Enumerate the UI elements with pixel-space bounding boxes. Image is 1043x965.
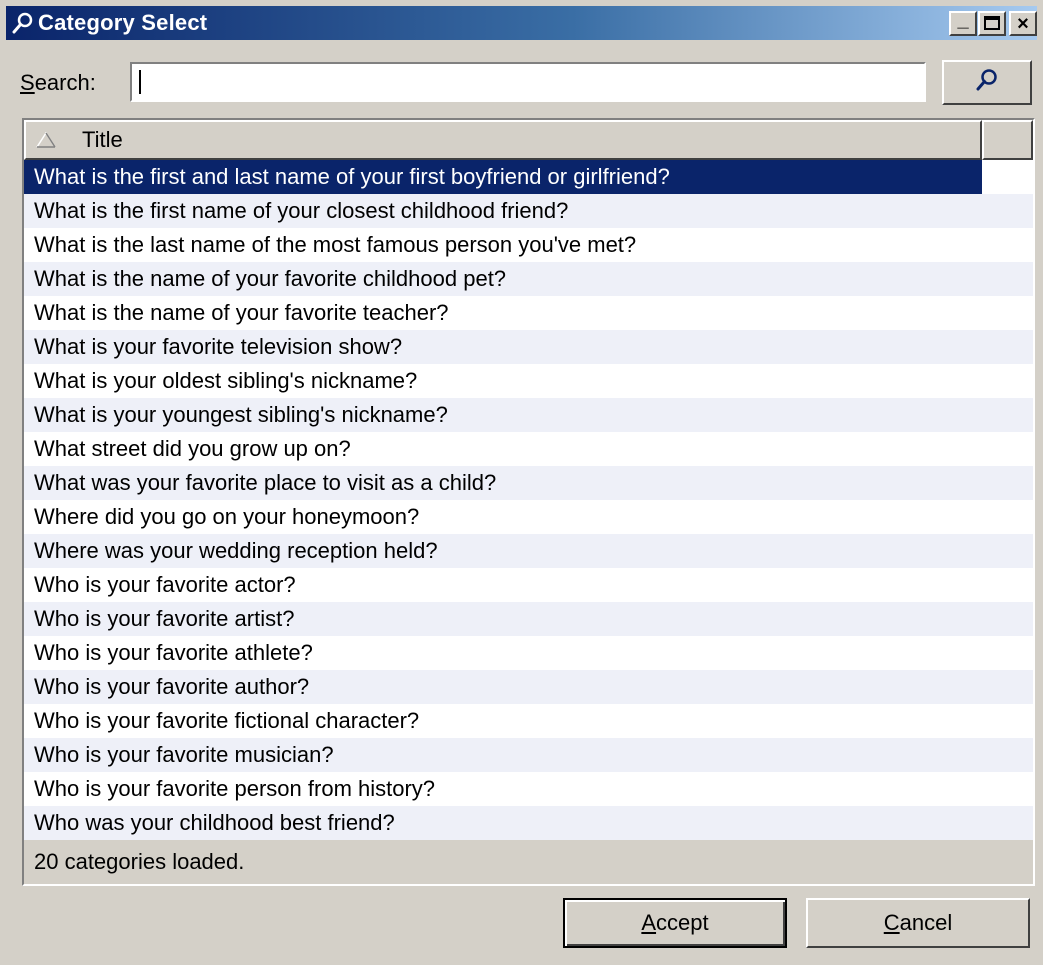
list-item-filler (982, 432, 1033, 466)
list-item-title: What was your favorite place to visit as… (24, 466, 982, 500)
maximize-button[interactable] (978, 11, 1006, 36)
list-item-filler (982, 772, 1033, 806)
list-item[interactable]: What is the name of your favorite teache… (24, 296, 1033, 330)
list-item-title: What is the first and last name of your … (24, 160, 982, 194)
list-item[interactable]: What street did you grow up on? (24, 432, 1033, 466)
list-item-filler (982, 262, 1033, 296)
list-item[interactable]: What is your oldest sibling's nickname? (24, 364, 1033, 398)
list-item[interactable]: Who is your favorite person from history… (24, 772, 1033, 806)
list-item-title: What is the name of your favorite childh… (24, 262, 982, 296)
search-icon (10, 8, 36, 38)
list-item-title: Who is your favorite person from history… (34, 776, 436, 801)
category-select-window: Category Select _ × Search: Title What i… (0, 0, 1043, 965)
list-item-title: What is your oldest sibling's nickname? (34, 368, 418, 393)
list-item[interactable]: What is your youngest sibling's nickname… (24, 398, 1033, 432)
close-icon: × (1017, 12, 1029, 35)
list-item-filler (982, 364, 1033, 398)
list-item[interactable]: What is your favorite television show? (24, 330, 1033, 364)
search-label: Search: (20, 70, 96, 96)
list-item[interactable]: What is the last name of the most famous… (24, 228, 1033, 262)
cancel-button[interactable]: Cancel (806, 898, 1030, 948)
status-text: 20 categories loaded. (24, 840, 1033, 884)
list-item[interactable]: Who is your favorite musician? (24, 738, 1033, 772)
list-item-title: Who is your favorite athlete? (34, 640, 313, 665)
list-item-filler (982, 534, 1033, 568)
list-item-filler (982, 636, 1033, 670)
list-item[interactable]: Who is your favorite actor? (24, 568, 1033, 602)
list-item[interactable]: Who is your favorite fictional character… (24, 704, 1033, 738)
window-title: Category Select (38, 10, 208, 35)
list-item[interactable]: Who was your childhood best friend? (24, 806, 1033, 840)
list-item-title: Who is your favorite actor? (34, 572, 296, 597)
list-item[interactable]: Who is your favorite author? (24, 670, 1033, 704)
list-item[interactable]: What is the first and last name of your … (24, 160, 1033, 194)
search-icon (975, 67, 999, 98)
list-item-filler (982, 160, 1033, 194)
list-item-title: Who is your favorite musician? (24, 738, 982, 772)
list-item[interactable]: What was your favorite place to visit as… (24, 466, 1033, 500)
list-item-filler (982, 738, 1033, 772)
list-item-filler (982, 296, 1033, 330)
minimize-icon: _ (957, 8, 969, 31)
search-label-accel: S (20, 70, 35, 95)
list-item[interactable]: Where did you go on your honeymoon? (24, 500, 1033, 534)
list-item-filler (982, 500, 1033, 534)
list-item-title: Who was your childhood best friend? (24, 806, 982, 840)
window-controls: _ × (949, 8, 1037, 36)
cancel-accel: C (883, 910, 900, 935)
list-item-filler (982, 568, 1033, 602)
list-item-title: Where was your wedding reception held? (24, 534, 982, 568)
accept-accel: A (641, 910, 657, 935)
cancel-label: ancel (899, 910, 953, 935)
title-bar[interactable]: Category Select _ × (6, 6, 1037, 40)
list-item-title: Who is your favorite artist? (24, 602, 982, 636)
list-item-filler (982, 806, 1033, 840)
list-item-filler (982, 602, 1033, 636)
list-item-title: What is your favorite television show? (24, 330, 982, 364)
list-item-filler (982, 398, 1033, 432)
column-header-filler (982, 120, 1033, 160)
list-header: Title (24, 120, 1033, 160)
list-item-filler (982, 704, 1033, 738)
accept-button[interactable]: Accept (563, 898, 787, 948)
category-list[interactable]: Title What is the first and last name of… (22, 118, 1035, 886)
close-button[interactable]: × (1009, 11, 1037, 36)
list-item[interactable]: Who is your favorite artist? (24, 602, 1033, 636)
list-item[interactable]: Who is your favorite athlete? (24, 636, 1033, 670)
list-item-filler (982, 228, 1033, 262)
maximize-icon (984, 14, 1000, 34)
sort-ascending-icon (36, 132, 56, 148)
minimize-button[interactable]: _ (949, 8, 977, 36)
column-title-label: Title (82, 127, 123, 152)
list-item[interactable]: What is the name of your favorite childh… (24, 262, 1033, 296)
column-header-title[interactable]: Title (24, 120, 982, 160)
accept-label: ccept (656, 910, 709, 935)
list-item-filler (982, 194, 1033, 228)
list-item[interactable]: Where was your wedding reception held? (24, 534, 1033, 568)
list-item-title: Who is your favorite fictional character… (34, 708, 420, 733)
list-item-title: Where did you go on your honeymoon? (34, 504, 420, 529)
list-item-title: What is the name of your favorite teache… (34, 300, 449, 325)
search-label-text: earch: (34, 70, 96, 95)
list-item-filler (982, 330, 1033, 364)
list-item-title: What is the first name of your closest c… (24, 194, 982, 228)
list-item-title: Who is your favorite author? (24, 670, 982, 704)
list-item-title: What is your youngest sibling's nickname… (24, 398, 982, 432)
list-item-filler (982, 670, 1033, 704)
list-item-title: What is the last name of the most famous… (34, 232, 637, 257)
list-rows: What is the first and last name of your … (24, 160, 1033, 840)
search-button[interactable] (942, 60, 1032, 105)
list-item[interactable]: What is the first name of your closest c… (24, 194, 1033, 228)
text-caret (139, 70, 141, 94)
list-item-title: What street did you grow up on? (34, 436, 351, 461)
list-item-filler (982, 466, 1033, 500)
search-input[interactable] (130, 62, 926, 102)
